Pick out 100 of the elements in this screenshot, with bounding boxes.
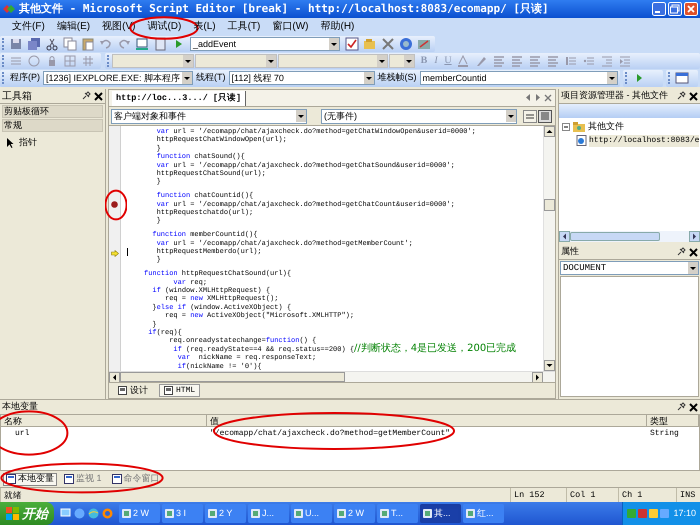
scrollbar-thumb[interactable] (120, 372, 345, 382)
event-dropdown[interactable]: (无事件) (321, 108, 517, 124)
toolbox-item[interactable]: 指针 (19, 136, 37, 150)
checklist-icon (345, 36, 359, 50)
menu-item[interactable]: 窗口(W) (266, 21, 314, 32)
tree-item[interactable]: 其他文件 (588, 120, 624, 134)
caret-icon (296, 110, 306, 122)
table-cell-text: url (14, 428, 30, 440)
menu-item[interactable]: 编辑(E) (50, 21, 96, 32)
outdent-icon (600, 54, 614, 68)
dropdown-value: memberCountid (422, 72, 488, 84)
column-header[interactable]: 类型 (647, 415, 699, 426)
close-icon (684, 2, 698, 16)
view-tab[interactable]: 设计 (113, 384, 153, 397)
caret-icon (364, 72, 374, 84)
grid-icon (63, 54, 77, 68)
stack-frame-dropdown[interactable]: memberCountid (420, 71, 618, 85)
caret-icon (688, 262, 698, 274)
scroll-right-icon (689, 231, 700, 242)
panel-tab[interactable]: 本地变量 (3, 472, 57, 486)
column-header[interactable]: 名称 (1, 415, 207, 426)
justify-icon (546, 54, 560, 68)
window-icon (6, 474, 16, 484)
hash-icon (81, 54, 95, 68)
caret-icon (404, 54, 414, 66)
taskbar-button[interactable]: U... (291, 504, 332, 523)
thread-label: 线程(T) (196, 71, 226, 84)
close-icon (689, 248, 698, 256)
window-icon (675, 71, 689, 85)
panel-title: 项目资源管理器 - 其他文件 (561, 89, 669, 102)
align-center-icon (510, 54, 524, 68)
taskbar-button[interactable]: 其... (420, 504, 461, 523)
window-icon (64, 474, 74, 484)
event-dropdown[interactable]: _addEvent (190, 36, 340, 50)
tab-arrows-icon (525, 93, 541, 102)
taskbar-button[interactable]: J... (248, 504, 289, 523)
split-view-icon (523, 110, 537, 122)
scroll-right-icon (532, 372, 543, 382)
caret-icon (377, 54, 387, 66)
pointer-icon (6, 137, 14, 148)
taskbar-button[interactable]: 3 I (162, 504, 203, 523)
close-icon (544, 94, 552, 102)
caret-icon (329, 38, 339, 50)
minimize-icon (652, 2, 666, 16)
font-dropdown[interactable] (195, 54, 277, 68)
stack-frame-label: 堆栈帧(S) (378, 71, 416, 84)
panel-tab[interactable]: 命令窗口 (108, 472, 163, 486)
close-icon (689, 92, 698, 100)
pin-icon (676, 91, 686, 101)
menu-item[interactable]: 文件(F) (6, 21, 51, 32)
color-dropdown[interactable] (389, 54, 415, 68)
page-icon (164, 386, 173, 395)
taskbar-button[interactable]: T... (377, 504, 418, 523)
program-label: 程序(P) (10, 71, 40, 84)
window-icon (112, 474, 122, 484)
column-header[interactable]: 值 (207, 415, 647, 426)
page-icon (118, 386, 127, 395)
thread-dropdown[interactable]: [112] 线程 70 (228, 71, 374, 85)
full-view-icon (538, 110, 552, 122)
maximize-icon (668, 2, 682, 16)
dropdown-value: 客户端对象和事件 (113, 110, 187, 122)
dropdown-value: (无事件) (323, 110, 358, 122)
toolbox-section[interactable]: 剪贴板循环 (2, 105, 103, 118)
toolbox-section[interactable]: 常规 (2, 119, 103, 132)
panel-title: 属性 (561, 245, 580, 258)
style-dropdown[interactable] (112, 54, 194, 68)
program-dropdown[interactable]: [1236] IEXPLORE.EXE: 脚本程序 (43, 71, 193, 85)
taskbar-button[interactable]: 2 W (119, 504, 160, 523)
taskbar-button[interactable]: 红... (463, 504, 504, 523)
menu-item[interactable]: 工具(T) (222, 21, 266, 32)
dropdown-value: DOCUMENT (562, 262, 608, 274)
pin-icon (81, 91, 91, 101)
document-tab[interactable]: http://loc...3.../ [只读] (112, 91, 246, 106)
folder-icon (573, 122, 585, 132)
view-tab[interactable]: HTML (159, 384, 200, 397)
floppy-icon (9, 36, 23, 50)
caret-icon (266, 54, 276, 66)
scrollbar-thumb[interactable] (544, 199, 555, 211)
pin-icon (676, 247, 686, 257)
taskbar-button[interactable]: 2 W (334, 504, 375, 523)
copy-icon (63, 36, 77, 50)
windows-flag-icon (6, 507, 19, 520)
panel-title: 本地变量 (2, 400, 39, 414)
panel-tab[interactable]: 监视 1 (61, 472, 105, 486)
table-cell-text: String (649, 428, 680, 440)
object-dropdown[interactable]: 客户端对象和事件 (111, 108, 307, 124)
caret-icon (607, 72, 617, 84)
scissors-icon (45, 36, 59, 50)
tree-item[interactable]: http://localhost:8083/e (589, 134, 700, 146)
align-left-icon (492, 54, 506, 68)
floppies-icon (27, 36, 41, 50)
globe-page-icon (576, 135, 587, 146)
taskbar-button[interactable]: 2 Y (205, 504, 246, 523)
scrollbar-thumb[interactable] (570, 232, 660, 241)
start-button[interactable]: 开始 (0, 502, 54, 525)
object-dropdown[interactable]: DOCUMENT (560, 261, 699, 275)
caret-icon (182, 72, 192, 84)
clock: 17:10 (673, 506, 696, 520)
menu-item[interactable]: 帮助(H) (314, 21, 360, 32)
panel-title: 工具箱 (2, 90, 33, 104)
